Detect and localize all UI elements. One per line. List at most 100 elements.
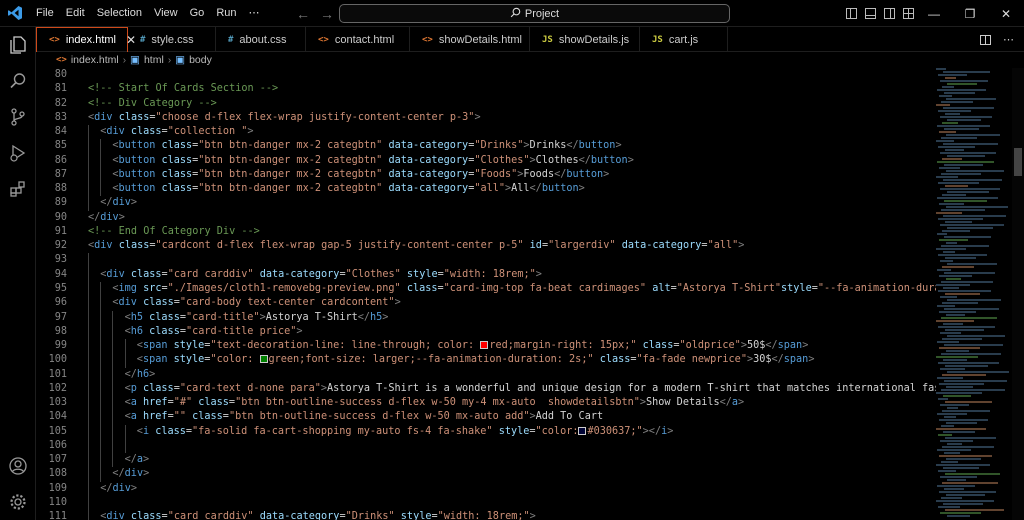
menu-item[interactable]: Run — [210, 0, 242, 27]
minimap-line — [937, 197, 998, 199]
breadcrumb-file[interactable]: index.html — [71, 54, 119, 66]
code-line: 94 <div class="card carddiv" data-categor… — [36, 267, 936, 282]
extensions-icon[interactable] — [0, 171, 36, 207]
token: "card carddiv" — [167, 511, 254, 520]
minimap-line — [946, 458, 981, 460]
forward-arrow-icon[interactable]: → — [320, 6, 334, 22]
line-number: 108 — [48, 468, 67, 480]
minimap-line — [944, 452, 960, 454]
css-file-icon: # — [140, 34, 146, 45]
tab-about-css[interactable]: # about.css — [216, 27, 306, 52]
close-window-icon[interactable]: ✕ — [988, 0, 1024, 27]
tab-contact-html[interactable]: <> contact.html — [306, 27, 410, 52]
source-control-icon[interactable] — [0, 99, 36, 135]
token: "card-title price" — [185, 325, 297, 337]
minimap[interactable] — [936, 68, 1012, 520]
minimap-line — [936, 464, 990, 466]
token: data-category — [259, 511, 340, 520]
settings-gear-icon[interactable] — [0, 484, 36, 520]
line-number: 98 — [54, 325, 67, 337]
token: "Clothes" — [345, 268, 401, 280]
minimap-line — [947, 263, 997, 265]
token: style — [173, 340, 205, 352]
code-line: 109 </div> — [36, 481, 936, 496]
token: </ — [357, 311, 371, 323]
code-text: <div class="card carddiv" data-category=… — [100, 510, 536, 520]
minimap-line — [943, 251, 955, 253]
menu-item[interactable]: File — [30, 0, 60, 27]
toggle-primary-sidebar-icon[interactable] — [846, 8, 857, 19]
minimap-line — [946, 422, 977, 424]
customize-layout-icon[interactable] — [903, 8, 914, 19]
indent-guide — [88, 310, 89, 325]
line-number: 85 — [54, 140, 67, 152]
tab-cart-js[interactable]: JS cart.js — [640, 27, 728, 52]
line-number: 109 — [48, 482, 67, 494]
line-number: 80 — [54, 69, 67, 80]
run-and-debug-icon[interactable] — [0, 135, 36, 171]
indent-guide — [100, 424, 102, 439]
minimap-line — [946, 494, 985, 496]
indent-guide — [100, 396, 102, 411]
indent-guide — [88, 139, 89, 154]
menu-item[interactable]: View — [148, 0, 184, 27]
tab-label: about.css — [239, 33, 287, 46]
token: > — [738, 397, 745, 409]
code-line: 92 <div class="cardcont d-flex flex-wrap … — [36, 239, 936, 253]
token: div — [106, 511, 125, 520]
toggle-secondary-sidebar-icon[interactable] — [884, 8, 895, 19]
color-swatch[interactable] — [578, 426, 587, 435]
more-actions-icon[interactable]: ⋯ — [1003, 33, 1014, 46]
indent-guide — [88, 495, 89, 511]
line-number: 106 — [48, 439, 67, 451]
toggle-panel-icon[interactable] — [865, 8, 876, 19]
code-text: <span style="color: green;font-size: lar… — [137, 353, 815, 367]
menu-item[interactable]: Edit — [60, 0, 91, 27]
account-icon[interactable] — [0, 448, 36, 484]
indent-guide — [112, 410, 114, 425]
minimap-line — [943, 179, 1002, 181]
minimap-line — [942, 302, 978, 304]
token: "Clothes" — [474, 154, 530, 166]
vertical-scrollbar[interactable] — [1012, 68, 1024, 520]
minimize-icon[interactable]: — — [916, 0, 952, 27]
token: > — [738, 240, 745, 252]
minimap-line — [941, 497, 962, 499]
token: data-category — [388, 168, 469, 180]
code-editor[interactable]: 80 81 <!-- Start Of Cards Section --> 82 <!-… — [36, 68, 936, 520]
tab-showdetails-js[interactable]: JS showDetails.js — [530, 27, 640, 52]
minimap-line — [946, 206, 1008, 208]
minimap-line — [943, 467, 979, 469]
minimap-line — [941, 425, 954, 427]
indent-guide — [88, 267, 89, 282]
token: "Astorya T-Shirt" — [676, 282, 782, 294]
token: </ — [100, 482, 113, 494]
color-swatch[interactable] — [259, 355, 268, 364]
indent-guide — [112, 339, 114, 354]
tab-showdetails-html[interactable]: <> showDetails.html — [410, 27, 530, 52]
token: "all" — [474, 183, 505, 195]
code-text: </div> — [88, 211, 125, 225]
indent-guide — [124, 339, 126, 354]
minimap-line — [937, 305, 955, 307]
token: class — [161, 168, 193, 180]
restore-icon[interactable]: ❐ — [952, 0, 988, 27]
breadcrumb-html[interactable]: html — [144, 54, 164, 66]
menu-item[interactable]: ⋯ — [243, 0, 266, 27]
menu-item[interactable]: Go — [184, 0, 211, 27]
line-number: 88 — [54, 183, 67, 195]
minimap-line — [936, 212, 962, 214]
tab-index-html[interactable]: <> index.html ✕ — [36, 27, 136, 52]
tab-style-css[interactable]: # style.css — [128, 27, 216, 52]
back-arrow-icon[interactable]: ← — [296, 6, 310, 22]
breadcrumb-body[interactable]: body — [189, 54, 212, 66]
token: <!-- Start Of Cards Section --> — [88, 83, 279, 95]
search-icon[interactable] — [0, 63, 36, 99]
scrollbar-thumb[interactable] — [1014, 148, 1022, 176]
command-center-search[interactable]: Project — [339, 4, 730, 23]
split-editor-icon[interactable] — [980, 34, 991, 45]
color-swatch[interactable] — [480, 341, 489, 350]
menu-item[interactable]: Selection — [91, 0, 148, 27]
explorer-icon[interactable] — [0, 27, 36, 63]
line-number: 94 — [54, 268, 67, 280]
